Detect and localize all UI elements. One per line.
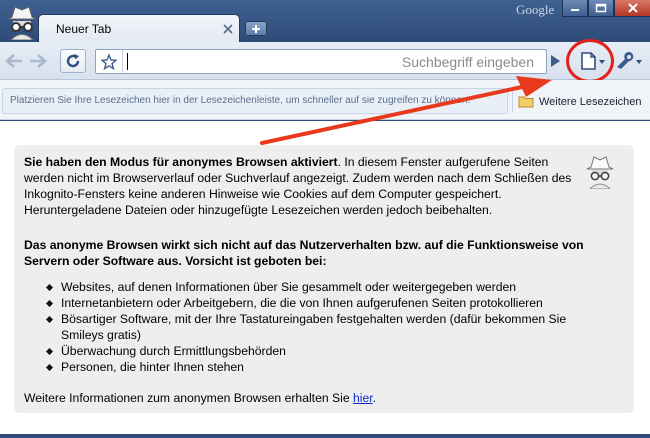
back-icon <box>5 54 22 68</box>
forward-button[interactable] <box>27 49 49 73</box>
minimize-button[interactable] <box>562 0 588 17</box>
minimize-icon <box>571 9 579 11</box>
omnibox[interactable] <box>95 49 547 74</box>
tab-close-icon[interactable] <box>223 24 233 34</box>
close-icon <box>627 3 638 13</box>
incognito-icon <box>7 6 37 40</box>
new-tab-button[interactable] <box>245 21 267 36</box>
tab-title: Neuer Tab <box>56 22 112 36</box>
forward-icon <box>30 54 47 68</box>
other-bookmarks-label: Weitere Lesezeichen <box>539 95 642 108</box>
bookmark-bar-hint: Platzieren Sie Ihre Lesezeichen hier in … <box>2 88 508 114</box>
wrench-icon <box>617 52 642 69</box>
bookmark-divider <box>512 90 513 112</box>
incognito-spy-icon <box>586 156 614 189</box>
incognito-warning: Das anonyme Browsen wirkt sich nicht auf… <box>24 238 584 268</box>
reload-button[interactable] <box>60 49 86 73</box>
reload-icon <box>66 54 80 68</box>
tab-new-tab[interactable]: Neuer Tab <box>38 14 240 42</box>
title-bar: Google Neuer Tab <box>0 0 650 42</box>
bookmark-hint-text: Platzieren Sie Ihre Lesezeichen hier in … <box>10 95 471 106</box>
close-window-button[interactable] <box>614 0 650 17</box>
other-bookmarks-button[interactable]: Weitere Lesezeichen <box>518 95 642 108</box>
more-info-text: Weitere Informationen zum anonymen Brows… <box>24 391 354 405</box>
annotation-highlight-circle <box>566 39 614 83</box>
caution-list: Websites, auf denen Informationen über S… <box>46 279 606 375</box>
new-tab-icon <box>252 24 260 33</box>
list-item: Internetanbietern oder Arbeitgebern, die… <box>46 295 606 311</box>
google-brand-label: Google <box>516 2 555 17</box>
page-content: Sie haben den Modus für anonymes Browsen… <box>0 121 650 434</box>
star-icon <box>101 53 117 70</box>
back-button[interactable] <box>3 49 25 73</box>
list-item: Bösartiger Software, mit der Ihre Tastat… <box>46 311 606 343</box>
list-item: Websites, auf denen Informationen über S… <box>46 279 606 295</box>
toolbar <box>0 42 650 80</box>
bookmark-star-button[interactable] <box>96 50 123 73</box>
window-controls <box>562 0 650 17</box>
list-item: Überwachung durch Ermittlungsbehörden <box>46 343 606 359</box>
more-info-line: Weitere Informationen zum anonymen Brows… <box>24 390 614 406</box>
omnibox-input[interactable] <box>126 53 534 70</box>
list-item: Personen, die hinter Ihnen stehen <box>46 359 606 375</box>
incognito-intro-bold: Sie haben den Modus für anonymes Browsen… <box>24 155 338 169</box>
maximize-icon <box>595 3 607 13</box>
wrench-menu-button[interactable] <box>612 50 646 72</box>
more-info-end: . <box>372 391 377 405</box>
window-bottom-border <box>0 434 650 438</box>
incognito-info-box: Sie haben den Modus für anonymes Browsen… <box>14 145 634 413</box>
go-icon[interactable] <box>548 54 562 68</box>
incognito-intro: Sie haben den Modus für anonymes Browsen… <box>24 154 580 218</box>
bookmark-bar: Platzieren Sie Ihre Lesezeichen hier in … <box>0 80 650 120</box>
maximize-button[interactable] <box>588 0 614 17</box>
folder-icon <box>518 96 534 108</box>
more-info-link[interactable]: hier <box>353 391 373 405</box>
